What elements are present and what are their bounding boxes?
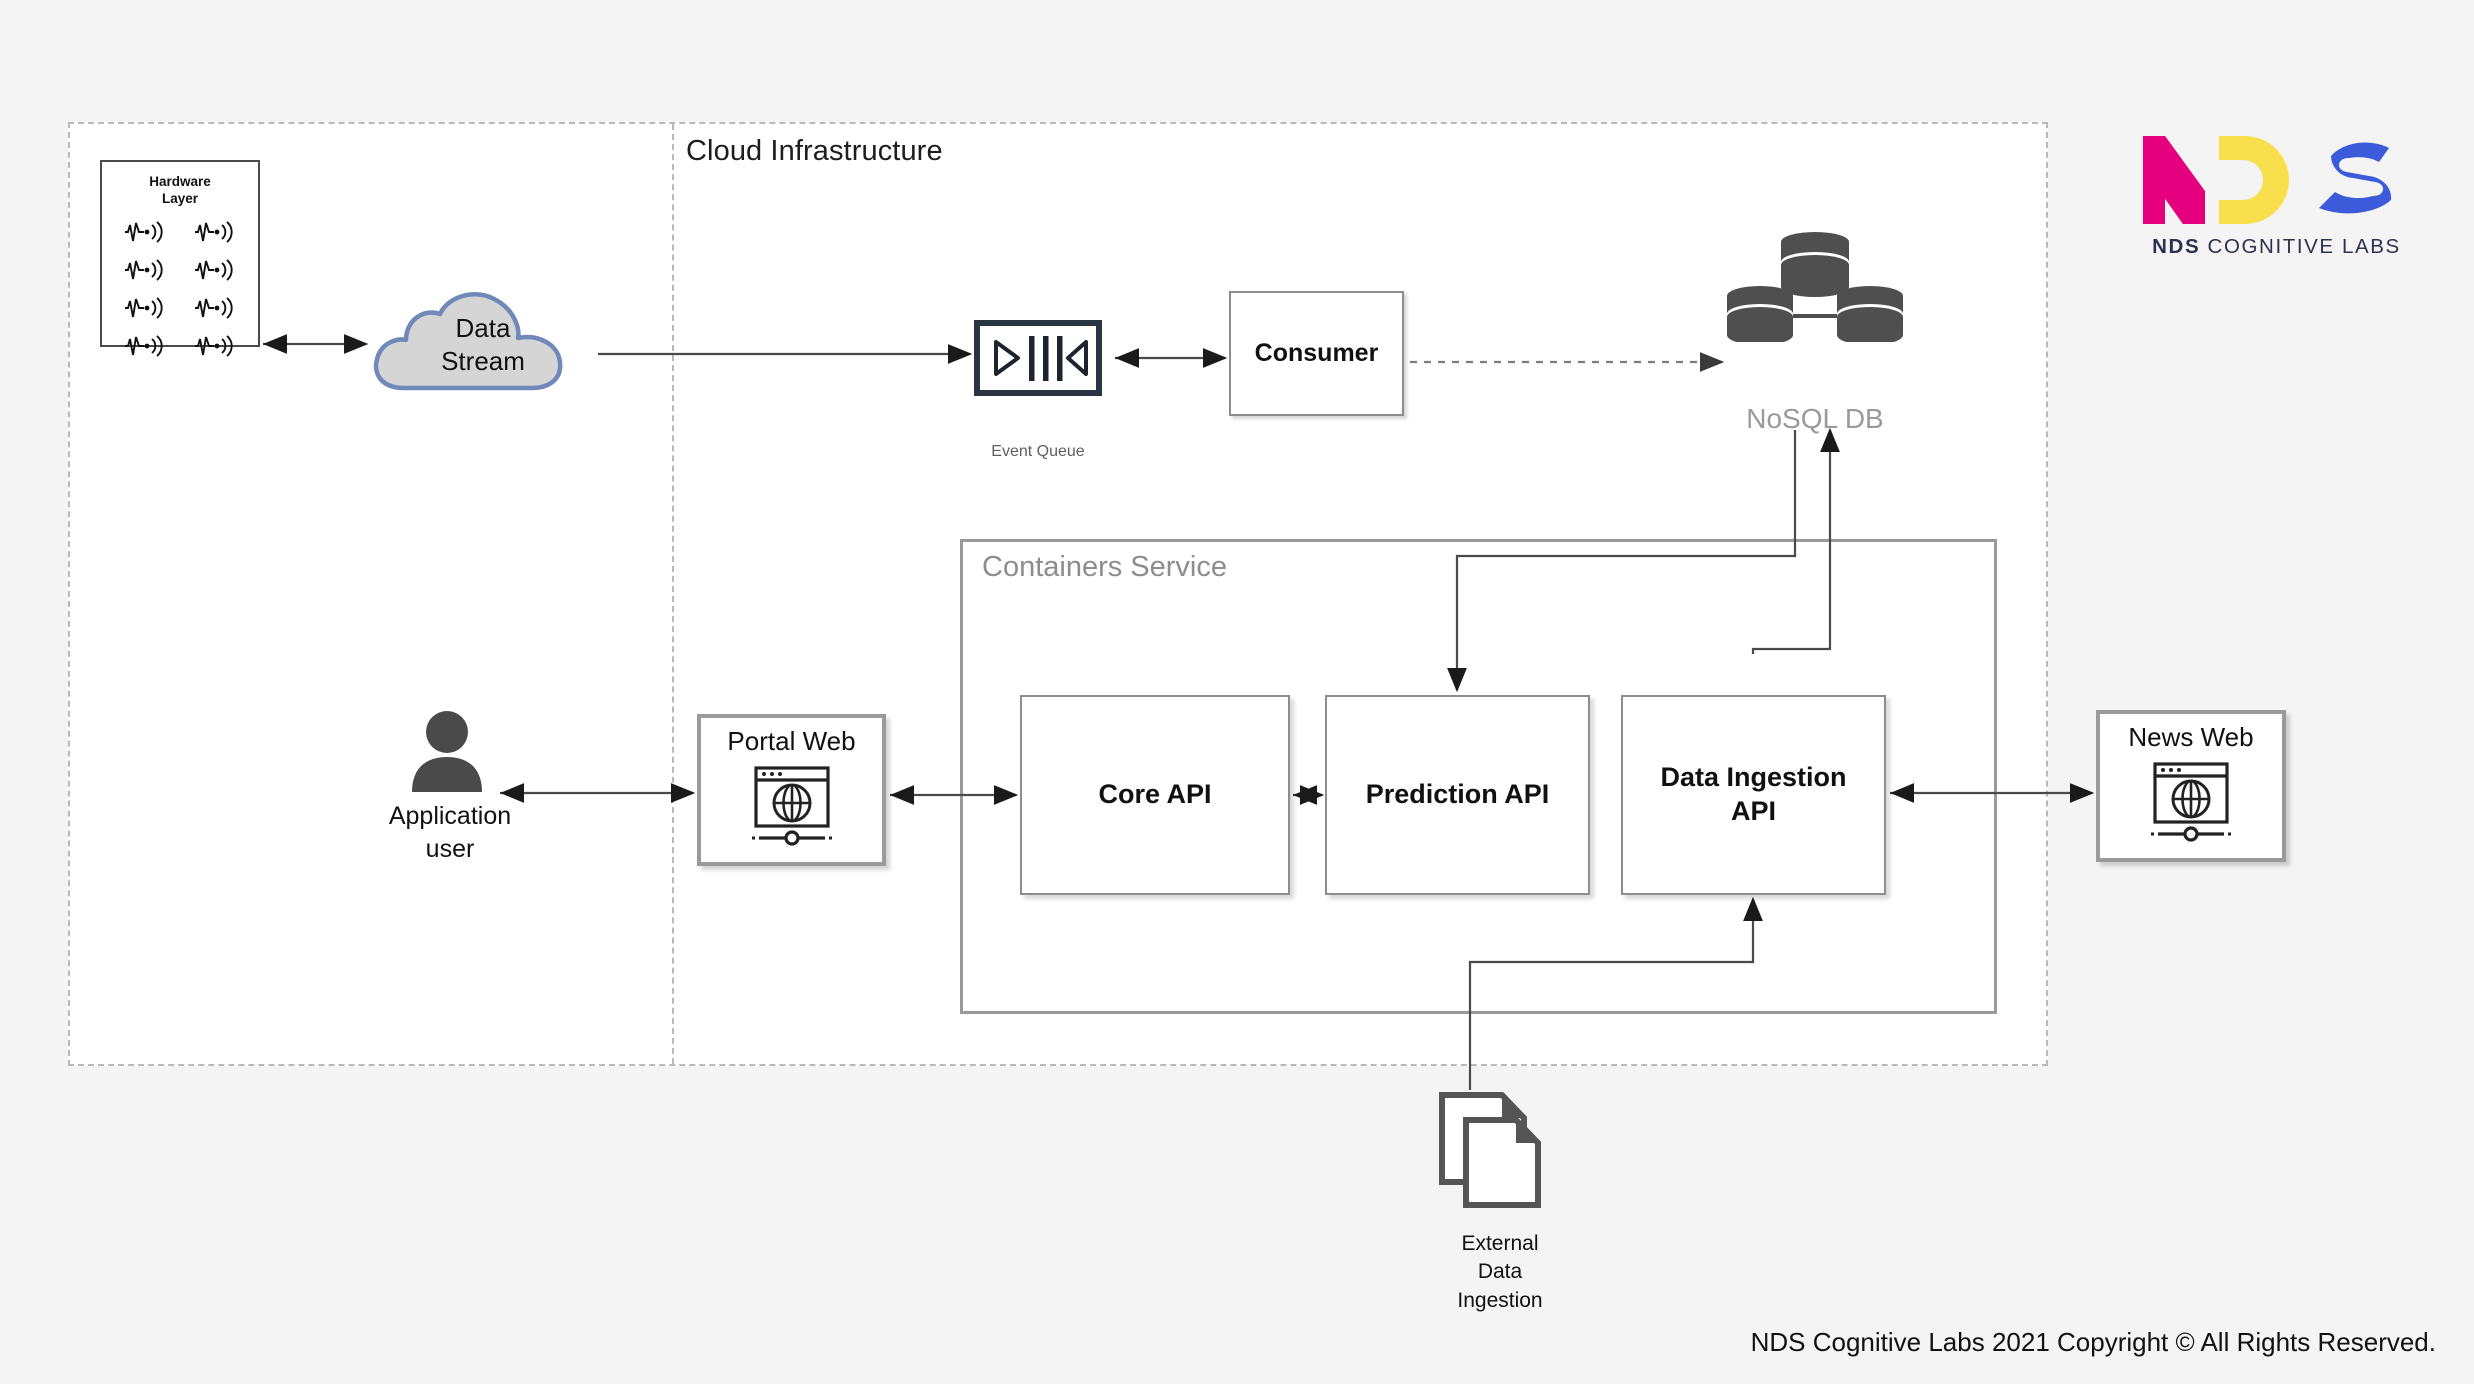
- zone-divider: [672, 124, 674, 1064]
- prediction-api-box[interactable]: Prediction API: [1325, 695, 1590, 895]
- sensor-cell: [110, 220, 180, 244]
- hardware-layer-title: Hardware Layer: [102, 174, 258, 208]
- sensor-signal-icon: [195, 259, 233, 281]
- core-api-box[interactable]: Core API: [1020, 695, 1290, 895]
- browser-globe-icon: [751, 766, 832, 846]
- database-cluster-icon: [1727, 232, 1903, 345]
- external-data-line1: External: [1461, 1232, 1539, 1255]
- data-ingestion-api-line1: Data Ingestion: [1660, 762, 1847, 793]
- external-data-line3: Ingestion: [1457, 1288, 1543, 1312]
- external-data-ingestion-node: [1432, 1090, 1562, 1210]
- nosql-db-label: NoSQL DB: [1746, 403, 1884, 434]
- sensor-cell: [180, 258, 250, 282]
- data-ingestion-api-label: Data Ingestion API: [1652, 761, 1854, 829]
- sensor-cell: [110, 296, 180, 320]
- event-queue-node: [974, 320, 1102, 396]
- sensor-cell: [110, 334, 180, 358]
- portal-web-label: Portal Web: [727, 726, 856, 756]
- data-stream-line2: Stream: [441, 345, 525, 376]
- event-queue-label: Event Queue: [991, 443, 1085, 460]
- sensor-signal-icon: [125, 259, 163, 281]
- data-ingestion-api-line2: API: [1730, 796, 1776, 826]
- consumer-label: Consumer: [1254, 339, 1379, 367]
- consumer-box: Consumer: [1229, 291, 1404, 416]
- sensor-cell: [180, 334, 250, 358]
- documents-icon: [1439, 1092, 1541, 1208]
- hardware-title-line2: Layer: [161, 190, 199, 206]
- wordmark-bold: NDS: [2152, 235, 2201, 258]
- sensor-signal-icon: [195, 335, 233, 357]
- data-stream-node: Data Stream: [368, 286, 598, 398]
- portal-web-card[interactable]: Portal Web: [697, 714, 886, 866]
- external-data-ingestion-label: External Data Ingestion: [1400, 1230, 1600, 1315]
- nds-logo: NDS COGNITIVE LABS: [2139, 134, 2414, 259]
- hardware-layer-box: Hardware Layer: [100, 160, 260, 357]
- queue-icon: [974, 320, 1102, 396]
- sensor-cell: [180, 296, 250, 320]
- browser-globe-icon: [2151, 762, 2231, 842]
- data-ingestion-api-box[interactable]: Data Ingestion API: [1621, 695, 1886, 895]
- core-api-label: Core API: [1098, 779, 1212, 810]
- application-user-node: [410, 710, 484, 792]
- data-stream-line1: Data: [455, 313, 511, 343]
- sensor-signal-icon: [125, 221, 163, 243]
- architecture-diagram: Cloud Infrastructure Containers Service: [0, 0, 2474, 1384]
- nds-wordmark: NDS COGNITIVE LABS: [2139, 235, 2414, 259]
- sensor-grid: [110, 220, 250, 357]
- news-web-card[interactable]: News Web: [2096, 710, 2286, 862]
- application-user-line2: user: [425, 834, 475, 863]
- external-data-line2: Data: [1477, 1260, 1523, 1284]
- nds-logo-mark: [2143, 136, 2392, 224]
- sensor-cell: [180, 220, 250, 244]
- containers-service-label: Containers Service: [982, 551, 1227, 583]
- application-user-line1: Application: [388, 802, 512, 830]
- nosql-db-node: [1722, 232, 1908, 345]
- news-web-label: News Web: [2128, 722, 2254, 752]
- cloud-infrastructure-label: Cloud Infrastructure: [686, 135, 943, 167]
- sensor-signal-icon: [195, 221, 233, 243]
- wordmark-rest: COGNITIVE LABS: [2200, 235, 2401, 258]
- hardware-title-line1: Hardware: [149, 174, 211, 189]
- sensor-signal-icon: [195, 297, 233, 319]
- prediction-api-label: Prediction API: [1365, 779, 1550, 810]
- user-icon: [412, 711, 482, 792]
- sensor-signal-icon: [125, 335, 163, 357]
- copyright-footer: NDS Cognitive Labs 2021 Copyright © All …: [1750, 1327, 2436, 1357]
- application-user-label: Application user: [340, 800, 560, 865]
- data-stream-label: Data Stream: [368, 312, 598, 377]
- logo-letter-d: [2219, 136, 2289, 224]
- sensor-cell: [110, 258, 180, 282]
- sensor-signal-icon: [125, 297, 163, 319]
- logo-letter-s: [2319, 142, 2392, 214]
